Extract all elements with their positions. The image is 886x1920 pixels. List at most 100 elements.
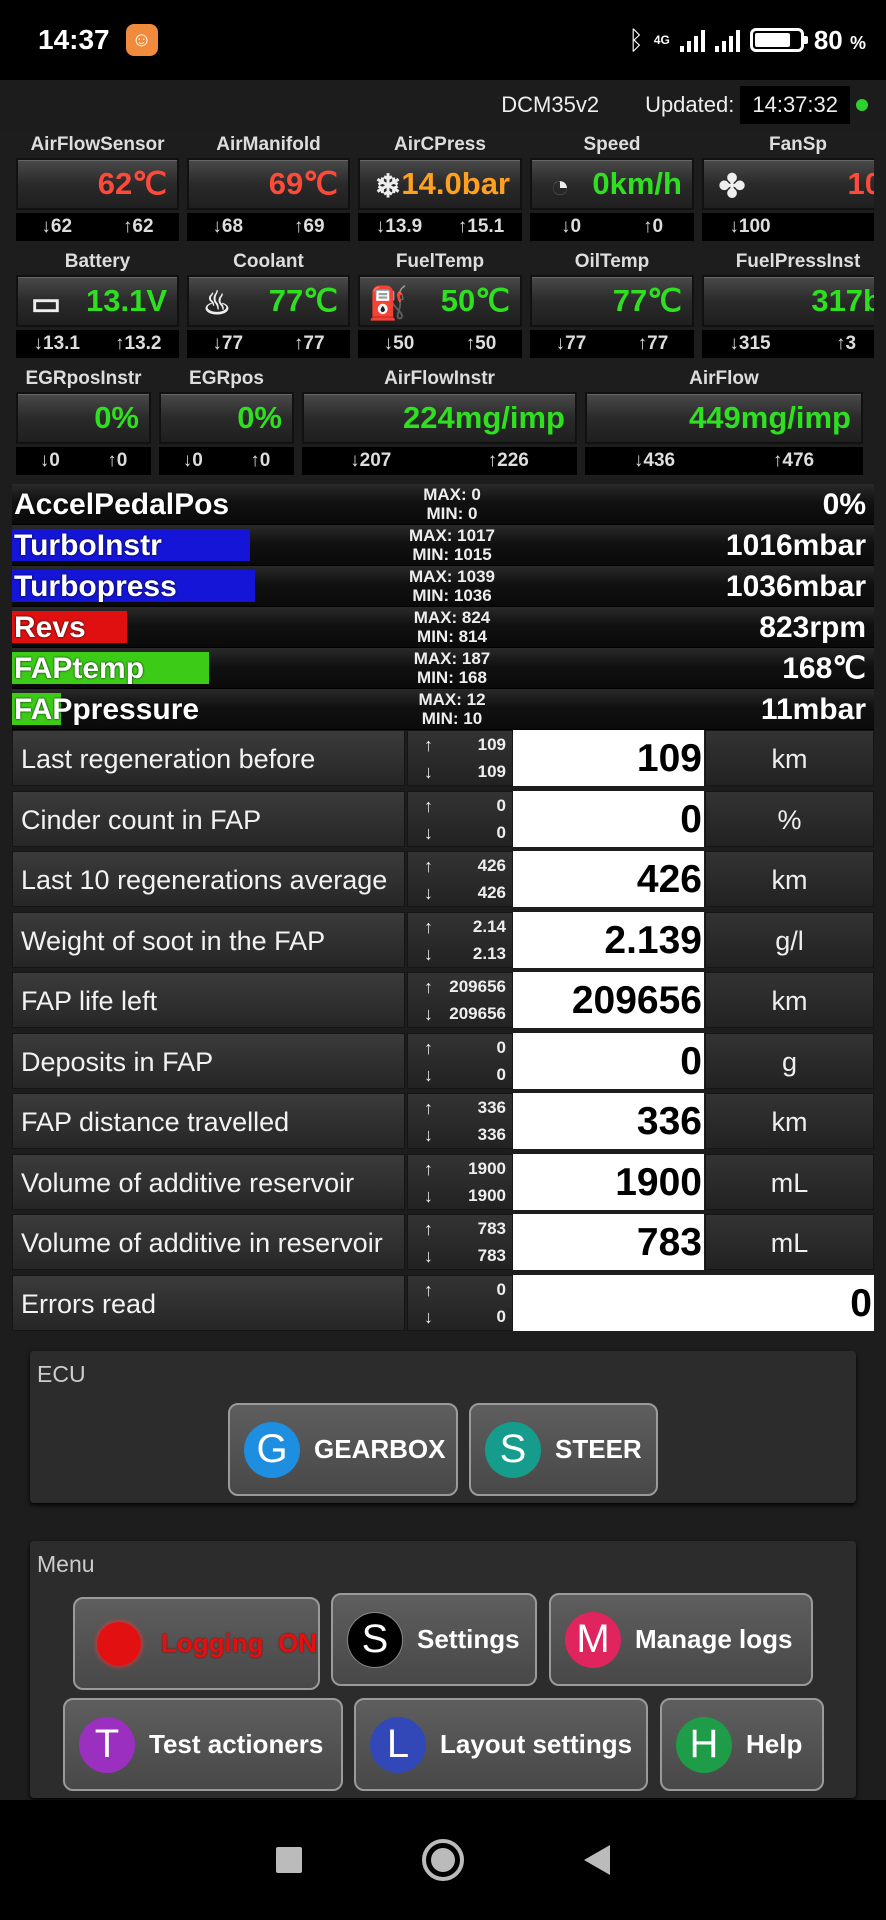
gauge-value: 77℃ (268, 283, 338, 318)
param-minmax: ↑ 426 ↓ 426 (407, 851, 513, 907)
param-row-volume-of-additive-reservoir[interactable]: Volume of additive reservoir ↑ 1900 ↓ 1900 19… (12, 1152, 874, 1213)
param-unit: g (705, 1032, 874, 1089)
bar-name: FAPpressure (14, 693, 200, 726)
param-max-value: 0 (496, 795, 506, 815)
gauge-value-box: 69℃ (187, 158, 350, 210)
param-minmax: ↑ 0 ↓ 0 (407, 1032, 513, 1089)
arrow-down-icon: ↓ (424, 762, 433, 782)
speedometer-icon: ◔ (550, 167, 570, 204)
param-row-last-10-regenerations-average[interactable]: Last 10 regenerations average ↑ 426 ↓ 426 426… (12, 849, 874, 910)
manage-logs-label: Manage logs (635, 1624, 793, 1654)
gauge-aircpress[interactable]: AirCPress ❄ 14.0bar ↓13.9 ↑15.1 (354, 130, 526, 247)
home-icon[interactable] (422, 1839, 464, 1881)
param-max: ↑ 2.14 (408, 913, 506, 941)
param-max-value: 783 (477, 1219, 506, 1238)
arrow-up-icon: ↑ (424, 1219, 433, 1239)
gauge-max: ↑0 (642, 216, 664, 237)
layout-settings-button[interactable]: L Layout settings (354, 1698, 648, 1791)
param-value: 2.139 (513, 911, 704, 968)
bar-revs: Revs MAX: 824 MIN: 814 823rpm (12, 607, 874, 648)
steer-button[interactable]: S STEER (469, 1403, 658, 1496)
param-min: ↓ 0 (408, 819, 506, 847)
param-min: ↓ 209656 (408, 1000, 506, 1028)
param-row-volume-of-additive-in-reservoir[interactable]: Volume of additive in reservoir ↑ 783 ↓ 783 7… (12, 1212, 874, 1273)
settings-label: Settings (417, 1624, 520, 1654)
gauge-value-box: ❄ 14.0bar (358, 158, 522, 210)
gauge-max: ↑77 (637, 333, 669, 354)
bar-minmax: MAX: 187 MIN: 168 (392, 649, 512, 687)
help-button[interactable]: H Help (660, 1698, 824, 1791)
bar-minmax: MAX: 1017 MIN: 1015 (392, 526, 512, 564)
arrow-up-icon: ↑ (424, 735, 433, 755)
gauge-min: ↓13.1 (33, 333, 80, 354)
param-minmax: ↑ 1900 ↓ 1900 (407, 1153, 513, 1210)
param-row-deposits-in-fap[interactable]: Deposits in FAP ↑ 0 ↓ 0 0 g (12, 1031, 874, 1092)
gauge-row: Battery ▭ 13.1V ↓13.1 ↑13.2 Coolant ♨ 77℃ ↓77 ↑77… (12, 247, 874, 364)
updated-label: Updated: (645, 92, 735, 117)
arrow-up-icon: ↑ (424, 1037, 433, 1058)
gauge-battery[interactable]: Battery ▭ 13.1V ↓13.1 ↑13.2 (12, 247, 183, 364)
param-max: ↑ 0 (408, 1034, 506, 1062)
param-max: ↑ 1900 (408, 1155, 506, 1183)
test-actioners-button[interactable]: T Test actioners (63, 1698, 343, 1791)
param-unit: km (705, 972, 874, 1028)
gauge-minmax: ↓62 ↑62 (16, 213, 179, 241)
param-row-last-regeneration-before[interactable]: Last regeneration before ↑ 109 ↓ 109 109 km (12, 728, 874, 789)
arrow-up-icon: ↑ (424, 795, 433, 816)
gauge-airflowsensor[interactable]: AirFlowSensor 62℃ ↓62 ↑62 (12, 130, 183, 247)
arrow-up-icon: ↑ (424, 1098, 433, 1118)
param-row-cinder-count-in-fap[interactable]: Cinder count in FAP ↑ 0 ↓ 0 0% (12, 789, 874, 850)
gauge-min: ↓77 (212, 333, 244, 354)
gauge-fansp[interactable]: FanSp ✤ 10 ↓100 (698, 130, 874, 247)
updated-time: 14:37:32 (740, 86, 850, 124)
gauge-label: AirFlowInstr (384, 368, 495, 389)
gearbox-button[interactable]: G GEARBOX (228, 1403, 458, 1496)
gauge-coolant[interactable]: Coolant ♨ 77℃ ↓77 ↑77 (183, 247, 354, 364)
arrow-down-icon: ↓ (424, 943, 433, 964)
param-name: FAP distance travelled (12, 1093, 405, 1149)
gauge-fuelpressinst[interactable]: FuelPressInst 317b ↓315 ↑3 (698, 247, 874, 364)
gauge-label: EGRposInstr (25, 368, 142, 389)
param-row-weight-of-soot-in-the-fap[interactable]: Weight of soot in the FAP ↑ 2.14 ↓ 2.13 2.139… (12, 910, 874, 971)
gauge-fueltemp[interactable]: FuelTemp ⛽ 50℃ ↓50 ↑50 (354, 247, 526, 364)
back-icon[interactable] (584, 1845, 610, 1875)
app-notification-icon: ☺ (125, 24, 158, 56)
gauge-egrposinstr[interactable]: EGRposInstr 0% ↓0 ↑0 (12, 364, 155, 481)
fuel-pump-icon: ⛽ (368, 285, 408, 321)
gauge-min: ↓68 (212, 216, 244, 237)
param-row-fap-distance-travelled[interactable]: FAP distance travelled ↑ 336 ↓ 336 336 km (12, 1091, 874, 1152)
gauge-airflowinstr[interactable]: AirFlowInstr 224mg/imp ↓207 ↑226 (298, 364, 581, 481)
gauge-value: 62℃ (97, 166, 167, 201)
battery-icon (749, 28, 808, 52)
gauge-value-box: 0% (16, 392, 151, 444)
settings-button[interactable]: S Settings (331, 1593, 537, 1686)
gauge-label: Speed (583, 134, 641, 155)
logging-toggle-button[interactable]: Logging ON (73, 1597, 320, 1690)
menu-section: Menu Logging ON S Settings M Manage logs… (30, 1541, 856, 1798)
param-unit: g/l (705, 911, 874, 968)
network-type-label: 4G (653, 33, 670, 47)
gauge-label: FuelPressInst (735, 251, 861, 272)
param-max-value: 0 (496, 1037, 506, 1057)
arrow-up-icon: ↑ (424, 1158, 433, 1179)
logging-label: Logging ON (161, 1628, 317, 1658)
param-row-fap-life-left[interactable]: FAP life left ↑ 209656 ↓ 209656 209656 km (12, 970, 874, 1031)
gauge-min: ↓62 (41, 216, 73, 237)
gauge-airflow[interactable]: AirFlow 449mg/imp ↓436 ↑476 (581, 364, 867, 481)
param-max: ↑ 109 (408, 731, 506, 759)
recents-icon[interactable] (276, 1847, 302, 1873)
signal-icon (679, 28, 705, 52)
manage-logs-button[interactable]: M Manage logs (549, 1593, 813, 1686)
arrow-down-icon: ↓ (424, 1004, 433, 1024)
param-max-value: 426 (477, 856, 506, 875)
param-row-errors-read[interactable]: Errors read ↑ 0 ↓ 0 0 (12, 1273, 874, 1334)
gauge-speed[interactable]: Speed ◔ 0km/h ↓0 ↑0 (526, 130, 698, 247)
param-max-value: 0 (496, 1279, 506, 1299)
gauge-oiltemp[interactable]: OilTemp 77℃ ↓77 ↑77 (526, 247, 698, 364)
arrow-up-icon: ↑ (424, 1279, 433, 1300)
gauge-egrpos[interactable]: EGRpos 0% ↓0 ↑0 (155, 364, 298, 481)
arrow-down-icon: ↓ (424, 1306, 433, 1327)
gauge-airmanifold[interactable]: AirManifold 69℃ ↓68 ↑69 (183, 130, 354, 247)
gauge-value: 13.1V (85, 283, 167, 318)
gauge-minmax: ↓100 (702, 213, 874, 241)
